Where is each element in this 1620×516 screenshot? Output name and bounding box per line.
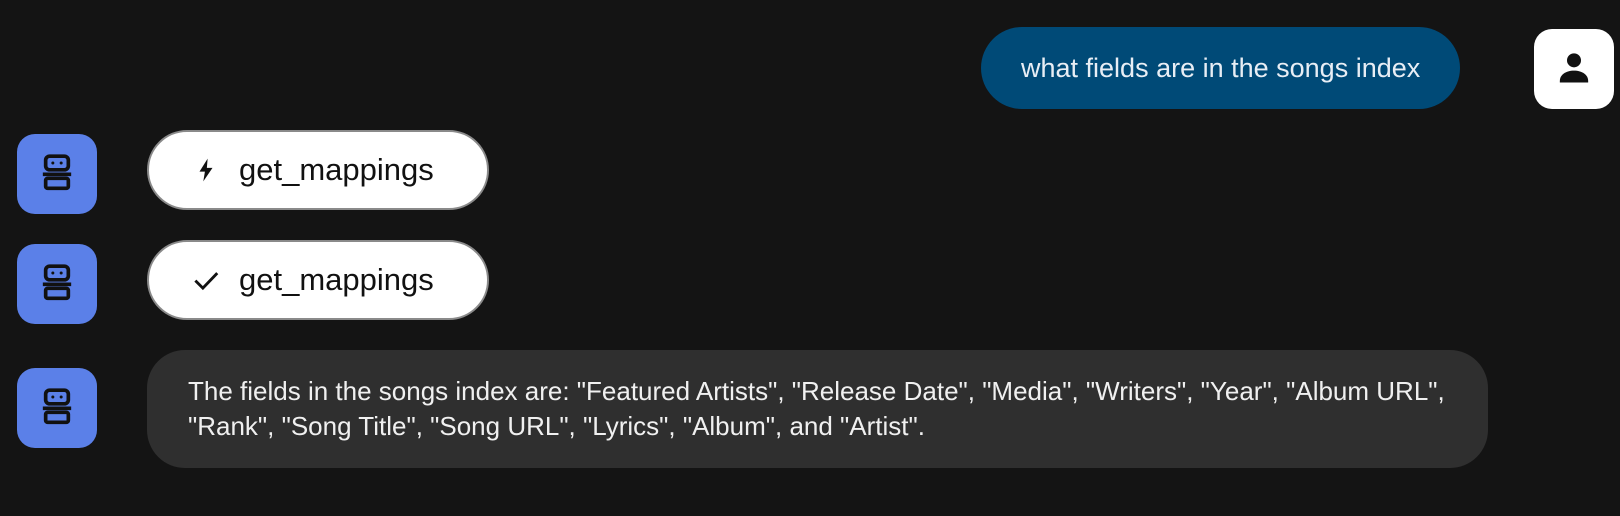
person-icon	[1554, 47, 1594, 92]
assistant-message-text: The fields in the songs index are: "Feat…	[188, 376, 1445, 441]
bot-avatar	[17, 134, 97, 214]
robot-icon	[37, 152, 77, 197]
user-avatar	[1534, 29, 1614, 109]
check-icon	[189, 263, 223, 297]
tool-call-label: get_mappings	[239, 152, 434, 187]
user-message-text: what fields are in the songs index	[1021, 52, 1421, 83]
user-message-bubble: what fields are in the songs index	[981, 27, 1461, 109]
assistant-message-bubble: The fields in the songs index are: "Feat…	[147, 350, 1488, 468]
chat-window: what fields are in the songs index get_m…	[0, 0, 1620, 516]
tool-result-chip[interactable]: get_mappings	[147, 240, 489, 320]
bot-avatar	[17, 368, 97, 448]
bolt-icon	[189, 153, 223, 187]
robot-icon	[37, 262, 77, 307]
robot-icon	[37, 386, 77, 431]
tool-call-chip[interactable]: get_mappings	[147, 130, 489, 210]
bot-avatar	[17, 244, 97, 324]
tool-result-label: get_mappings	[239, 262, 434, 297]
